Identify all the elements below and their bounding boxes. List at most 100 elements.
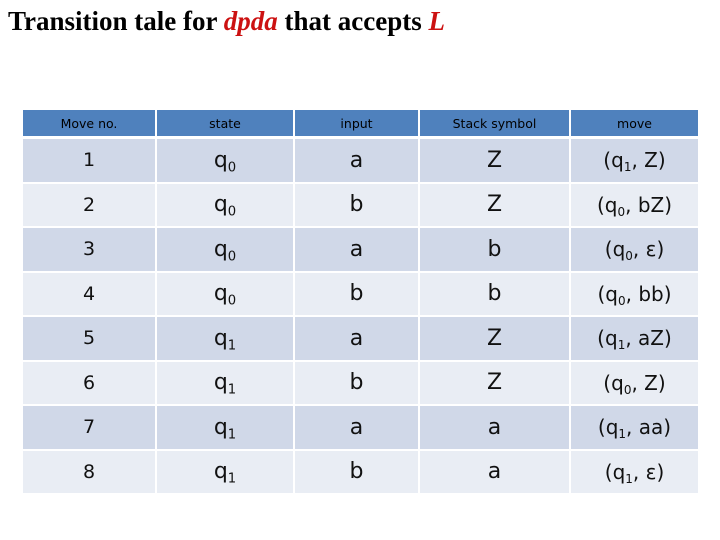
move-state-subscript: 1 [617, 338, 626, 353]
cell-stack-symbol: Z [420, 139, 571, 184]
cell-stack-symbol: a [420, 406, 571, 451]
move-push-string: bZ [637, 192, 665, 217]
state-letter: q [213, 414, 228, 440]
cell-input: b [295, 183, 420, 228]
move-push-string: aZ [638, 326, 665, 351]
cell-input: b [295, 450, 420, 495]
state-subscript: 0 [227, 293, 237, 309]
cell-state: q1 [157, 317, 295, 362]
cell-move-no: 3 [23, 228, 157, 273]
state-letter: q [213, 325, 228, 351]
cell-input: a [295, 228, 420, 273]
cell-stack-symbol: b [420, 228, 571, 273]
cell-move-no: 1 [23, 139, 157, 184]
move-state-letter: q [611, 370, 624, 395]
table-header-row: Move no. state input Stack symbol move [23, 110, 698, 139]
state-letter: q [213, 192, 228, 218]
move-state-letter: q [605, 281, 618, 306]
state-subscript: 0 [227, 160, 237, 176]
state-letter: q [213, 281, 228, 307]
cell-move: (q0, ε) [571, 228, 698, 273]
cell-stack-symbol: Z [420, 361, 571, 406]
move-push-string: ε [645, 237, 657, 262]
state-letter: q [213, 236, 228, 262]
table-row: 4 q0 b b (q0, bb) [23, 272, 698, 317]
cell-state: q1 [157, 450, 295, 495]
move-state-letter: q [604, 192, 618, 217]
cell-move-no: 2 [23, 183, 157, 228]
cell-move: (q0, bb) [571, 272, 698, 317]
cell-input: a [295, 139, 420, 184]
move-state-subscript: 0 [617, 204, 626, 219]
cell-move: (q1, aa) [571, 406, 698, 451]
cell-input: b [295, 272, 420, 317]
title-accent-language: L [428, 6, 445, 36]
header-stack-symbol: Stack symbol [420, 110, 571, 139]
table-row: 8 q1 b a (q1, ε) [23, 450, 698, 495]
state-subscript: 1 [227, 382, 237, 398]
move-state-subscript: 1 [623, 160, 632, 175]
cell-stack-symbol: Z [420, 183, 571, 228]
cell-move: (q1, aZ) [571, 317, 698, 362]
cell-state: q0 [157, 183, 295, 228]
move-state-letter: q [604, 326, 618, 351]
title-text-2: that accepts [277, 6, 429, 36]
cell-move: (q0, bZ) [571, 183, 698, 228]
header-move: move [571, 110, 698, 139]
cell-state: q0 [157, 228, 295, 273]
state-letter: q [213, 147, 228, 173]
cell-stack-symbol: Z [420, 317, 571, 362]
cell-move-no: 4 [23, 272, 157, 317]
move-state-subscript: 1 [625, 471, 633, 486]
move-push-string: ε [645, 459, 657, 484]
state-letter: q [213, 370, 228, 396]
cell-move: (q1, ε) [571, 450, 698, 495]
transition-table: Move no. state input Stack symbol move 1… [23, 110, 698, 495]
move-state-letter: q [612, 237, 626, 262]
table-row: 7 q1 a a (q1, aa) [23, 406, 698, 451]
table-row: 1 q0 a Z (q1, Z) [23, 139, 698, 184]
header-move-no: Move no. [23, 110, 157, 139]
table-row: 5 q1 a Z (q1, aZ) [23, 317, 698, 362]
cell-input: b [295, 361, 420, 406]
cell-input: a [295, 317, 420, 362]
cell-move: (q0, Z) [571, 361, 698, 406]
move-state-subscript: 0 [625, 249, 633, 264]
move-push-string: bb [638, 281, 664, 306]
cell-state: q0 [157, 272, 295, 317]
cell-move-no: 8 [23, 450, 157, 495]
cell-move: (q1, Z) [571, 139, 698, 184]
title-accent-dpda: dpda [223, 6, 278, 36]
table-row: 2 q0 b Z (q0, bZ) [23, 183, 698, 228]
cell-move-no: 7 [23, 406, 157, 451]
cell-stack-symbol: a [420, 450, 571, 495]
cell-move-no: 5 [23, 317, 157, 362]
table-row: 3 q0 a b (q0, ε) [23, 228, 698, 273]
cell-move-no: 6 [23, 361, 157, 406]
cell-state: q1 [157, 406, 295, 451]
move-state-subscript: 0 [623, 382, 632, 397]
move-push-string: Z [644, 148, 658, 173]
state-subscript: 1 [227, 338, 237, 354]
cell-input: a [295, 406, 420, 451]
move-state-letter: q [612, 459, 626, 484]
title-text-1: Transition tale for [8, 6, 224, 36]
cell-stack-symbol: b [420, 272, 571, 317]
state-letter: q [213, 459, 228, 485]
move-state-letter: q [605, 415, 619, 440]
move-state-subscript: 1 [618, 427, 627, 442]
state-subscript: 1 [227, 471, 237, 487]
move-push-string: Z [644, 370, 658, 395]
table-row: 6 q1 b Z (q0, Z) [23, 361, 698, 406]
cell-state: q0 [157, 139, 295, 184]
move-state-subscript: 0 [617, 293, 626, 308]
header-input: input [295, 110, 420, 139]
state-subscript: 0 [227, 249, 237, 265]
page-title: Transition tale for dpda that accepts L [8, 6, 445, 37]
state-subscript: 1 [227, 427, 237, 443]
cell-state: q1 [157, 361, 295, 406]
state-subscript: 0 [227, 204, 237, 220]
move-push-string: aa [638, 415, 664, 440]
header-state: state [157, 110, 295, 139]
move-state-letter: q [611, 148, 624, 173]
